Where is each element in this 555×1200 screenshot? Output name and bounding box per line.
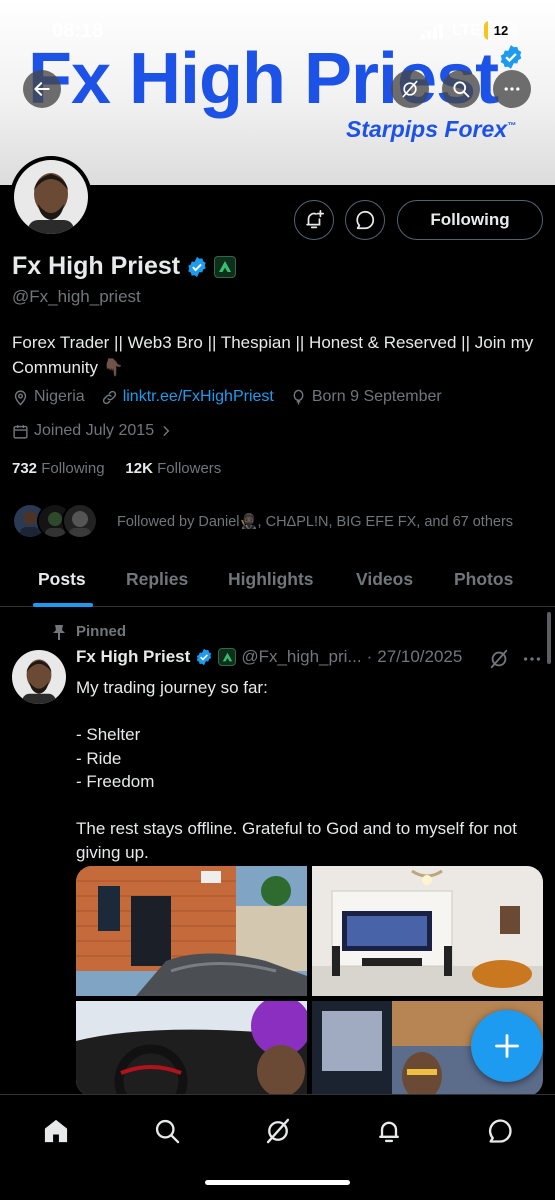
status-time: 08:18 [52, 20, 104, 42]
link-icon [102, 390, 116, 404]
network-type: LTE [452, 22, 482, 39]
signal-icon [421, 23, 443, 39]
message-button[interactable] [345, 200, 385, 240]
tab-videos[interactable]: Videos [356, 569, 413, 590]
location-icon [14, 389, 27, 406]
post-author-handle[interactable]: @Fx_high_pri... [241, 647, 361, 667]
balloon-icon [293, 389, 304, 405]
status-bar: 08:18 LTE 12 [0, 0, 555, 60]
search-button[interactable] [442, 70, 480, 108]
plus-icon [495, 1034, 519, 1058]
battery-level: 12 [493, 23, 509, 38]
grok-icon [266, 1118, 290, 1144]
media-image-car-interior[interactable] [76, 1001, 307, 1096]
profile-tabs: Posts Replies Highlights Videos Photos [0, 555, 555, 607]
pinned-label-row: Pinned [52, 623, 126, 640]
tab-replies[interactable]: Replies [126, 569, 188, 590]
grok-icon[interactable] [488, 648, 510, 670]
profile-handle: @Fx_high_priest [12, 287, 141, 306]
home-indicator [205, 1180, 350, 1185]
affiliate-badge-icon [218, 648, 237, 666]
banner-subtitle: Starpips Forex™ [346, 116, 517, 142]
notify-button[interactable] [294, 200, 334, 240]
nav-notifications[interactable] [367, 1109, 411, 1153]
following-count: 732 [12, 460, 38, 477]
scrollbar[interactable] [547, 612, 551, 664]
profile-joined-row[interactable]: Joined July 2015 [12, 422, 189, 440]
following-label: Following [41, 460, 105, 477]
followed-by-row[interactable]: Followed by Daniel🥷🏿, CHΔPL!N, BIG EFE F… [12, 503, 513, 539]
more-icon [504, 87, 520, 91]
follower-avatar [62, 503, 98, 539]
verified-icon [197, 648, 212, 666]
followers-count: 12K [125, 460, 153, 477]
post-author-name[interactable]: Fx High Priest [76, 647, 190, 667]
pinned-label: Pinned [76, 623, 127, 640]
media-image-living-room[interactable] [312, 866, 543, 996]
media-image-house[interactable] [76, 866, 307, 996]
followers-label: Followers [157, 460, 222, 477]
website-link[interactable]: linktr.ee/FxHighPriest [123, 388, 274, 406]
more-button[interactable] [493, 70, 531, 108]
post-date[interactable]: 27/10/2025 [377, 647, 462, 667]
profile-meta: Nigeria linktr.ee/FxHighPriest Born 9 Se… [12, 388, 458, 406]
tab-photos[interactable]: Photos [454, 569, 513, 590]
compose-button[interactable] [471, 1010, 543, 1082]
back-button[interactable] [23, 70, 61, 108]
profile-name: Fx High Priest [12, 252, 181, 280]
chevron-right-icon [163, 426, 170, 436]
battery-icon: 12 [484, 21, 518, 40]
following-button[interactable]: Following [397, 200, 543, 240]
followed-by-text: Followed by Daniel🥷🏿, CHΔPL!N, BIG EFE F… [117, 513, 514, 530]
profile-avatar[interactable] [10, 156, 92, 238]
search-icon [453, 81, 470, 98]
pin-icon [53, 624, 65, 640]
affiliate-badge-icon[interactable] [214, 255, 237, 278]
notifications-icon [379, 1121, 399, 1143]
tab-posts[interactable]: Posts [38, 569, 86, 590]
tab-highlights[interactable]: Highlights [228, 569, 314, 590]
nav-messages[interactable] [478, 1109, 522, 1153]
grok-icon [402, 80, 418, 98]
post-more-icon[interactable] [521, 648, 543, 670]
nav-search[interactable] [145, 1109, 189, 1153]
following-count-link[interactable]: 732 Following [12, 460, 105, 477]
post-header: Fx High Priest @Fx_high_pri... · 27/10/2… [76, 647, 462, 667]
post-author-avatar[interactable] [12, 650, 66, 704]
joined-text: Joined July 2015 [34, 422, 155, 439]
profile-name-row: Fx High Priest [12, 252, 237, 281]
joined-item[interactable]: Joined July 2015 [12, 422, 173, 440]
calendar-icon [13, 424, 28, 439]
post-media-grid [76, 866, 543, 1096]
location-text: Nigeria [34, 388, 85, 405]
profile-bio: Forex Trader || Web3 Bro || Thespian || … [12, 333, 534, 377]
active-tab-indicator [33, 603, 93, 607]
location-item: Nigeria [12, 388, 85, 406]
verified-icon [188, 256, 206, 277]
messages-icon [488, 1119, 512, 1143]
followers-count-link[interactable]: 12K Followers [125, 460, 221, 477]
avatar-photo [12, 650, 66, 704]
search-icon [155, 1119, 180, 1144]
website-item[interactable]: linktr.ee/FxHighPriest [101, 388, 274, 406]
back-arrow-icon [34, 82, 50, 96]
home-icon [44, 1119, 68, 1143]
follow-counts: 732 Following 12K Followers [12, 460, 221, 477]
message-icon [356, 210, 375, 230]
nav-home[interactable] [34, 1109, 78, 1153]
birthday-item: Born 9 September [290, 388, 442, 406]
bell-plus-icon [306, 209, 325, 229]
nav-grok[interactable] [256, 1109, 300, 1153]
birthday-text: Born 9 September [311, 388, 442, 405]
post-text: My trading journey so far: - Shelter - R… [76, 678, 517, 862]
grok-button[interactable] [391, 70, 429, 108]
avatar-photo [14, 160, 88, 234]
post-separator: · [366, 647, 373, 666]
